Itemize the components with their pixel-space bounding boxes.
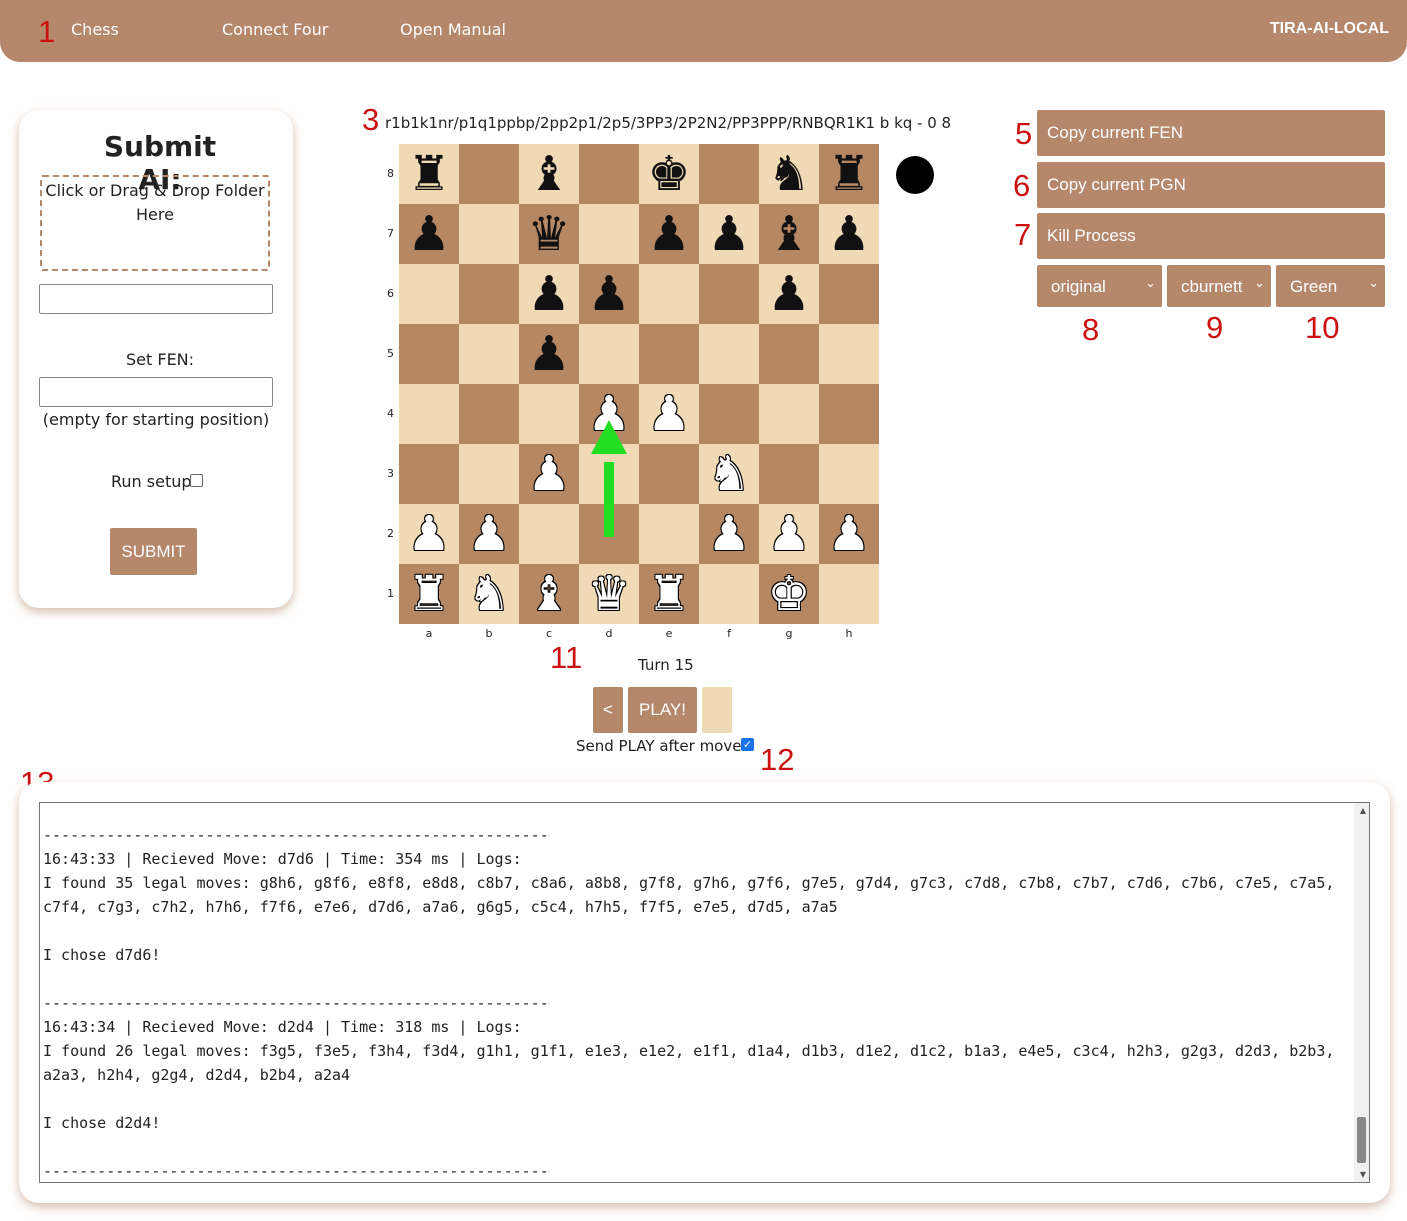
brand-title: TIRA-AI-LOCAL — [1269, 20, 1389, 37]
log-output[interactable]: ----------------------------------------… — [39, 802, 1370, 1183]
run-setup-checkbox[interactable] — [190, 474, 203, 487]
previous-button[interactable]: < — [593, 687, 623, 733]
send-play-checkbox[interactable]: ✓ — [741, 738, 754, 751]
annotation-9: 9 — [1206, 310, 1224, 345]
scrollbar-thumb[interactable] — [1357, 1117, 1366, 1163]
rank-label-6: 6 — [387, 287, 394, 300]
file-label-e: e — [665, 627, 673, 640]
file-label-d: d — [605, 627, 613, 640]
set-fen-input[interactable] — [39, 377, 273, 407]
rank-label-3: 3 — [387, 467, 394, 480]
annotation-1: 1 — [38, 14, 56, 49]
file-label-a: a — [425, 627, 433, 640]
submit-ai-panel: Submit AI: Click or Drag & Drop Folder H… — [19, 110, 293, 608]
scroll-down-icon[interactable]: ▼ — [1360, 1170, 1366, 1179]
piece-set-value: original — [1051, 277, 1106, 296]
annotation-10: 10 — [1305, 310, 1340, 345]
fen-display: r1b1k1nr/p1q1ppbp/2pp2p1/2p5/3PP3/2P2N2/… — [385, 114, 952, 132]
board-style-select[interactable]: cburnett ⌄ — [1167, 265, 1271, 307]
fen-hint-text: (empty for starting position) — [42, 410, 270, 429]
chevron-down-icon: ⌄ — [1145, 275, 1156, 290]
annotation-12: 12 — [760, 742, 795, 777]
annotation-6: 6 — [1013, 168, 1031, 203]
rank-label-2: 2 — [387, 527, 394, 540]
rank-label-1: 1 — [387, 587, 394, 600]
arrow-head — [591, 420, 627, 454]
log-text: ----------------------------------------… — [43, 826, 1335, 1180]
send-play-label: Send PLAY after move — [576, 737, 742, 755]
run-setup-label: Run setup — [111, 472, 192, 491]
scroll-up-icon[interactable]: ▲ — [1360, 806, 1366, 815]
copy-pgn-button[interactable]: Copy current PGN — [1037, 162, 1385, 208]
annotation-5: 5 — [1015, 116, 1033, 151]
file-label-c: c — [545, 627, 553, 640]
piece-set-select[interactable]: original ⌄ — [1037, 265, 1162, 307]
top-navbar: Chess Connect Four Open Manual TIRA-AI-L… — [0, 0, 1407, 62]
nav-chess[interactable]: Chess — [71, 20, 119, 39]
arrow-color-value: Green — [1290, 277, 1338, 296]
annotation-7: 7 — [1014, 217, 1032, 252]
set-fen-label: Set FEN: — [126, 350, 195, 369]
submit-button[interactable]: SUBMIT — [110, 528, 197, 575]
arrow-color-select[interactable]: Green ⌄ — [1276, 265, 1385, 307]
next-button[interactable] — [702, 687, 732, 733]
file-label-h: h — [845, 627, 853, 640]
play-button[interactable]: PLAY! — [628, 687, 697, 733]
file-label-f: f — [727, 627, 731, 640]
nav-open-manual[interactable]: Open Manual — [400, 20, 506, 39]
annotation-3-fen-display: 3 — [362, 102, 380, 137]
rank-label-8: 8 — [387, 167, 394, 180]
folder-path-input[interactable] — [39, 284, 273, 314]
last-move-arrow — [591, 420, 627, 537]
annotation-11: 11 — [550, 640, 583, 675]
rank-label-5: 5 — [387, 347, 394, 360]
annotation-8: 8 — [1082, 312, 1100, 347]
turn-counter: Turn 15 — [638, 656, 694, 674]
file-label-g: g — [785, 627, 793, 640]
folder-dropzone[interactable]: Click or Drag & Drop Folder Here — [40, 175, 270, 271]
chevron-down-icon: ⌄ — [1254, 275, 1265, 290]
chevron-down-icon: ⌄ — [1368, 275, 1379, 290]
file-label-b: b — [485, 627, 493, 640]
log-scrollbar[interactable]: ▲ ▼ — [1354, 803, 1369, 1182]
dropzone-text: Click or Drag & Drop Folder Here — [45, 181, 265, 224]
kill-process-button[interactable]: Kill Process — [1037, 213, 1385, 259]
side-to-move-indicator — [896, 156, 934, 194]
board-style-value: cburnett — [1181, 277, 1243, 296]
copy-fen-button[interactable]: Copy current FEN — [1037, 110, 1385, 156]
nav-connect-four[interactable]: Connect Four — [222, 20, 328, 39]
rank-label-7: 7 — [387, 227, 394, 240]
rank-label-4: 4 — [387, 407, 394, 420]
